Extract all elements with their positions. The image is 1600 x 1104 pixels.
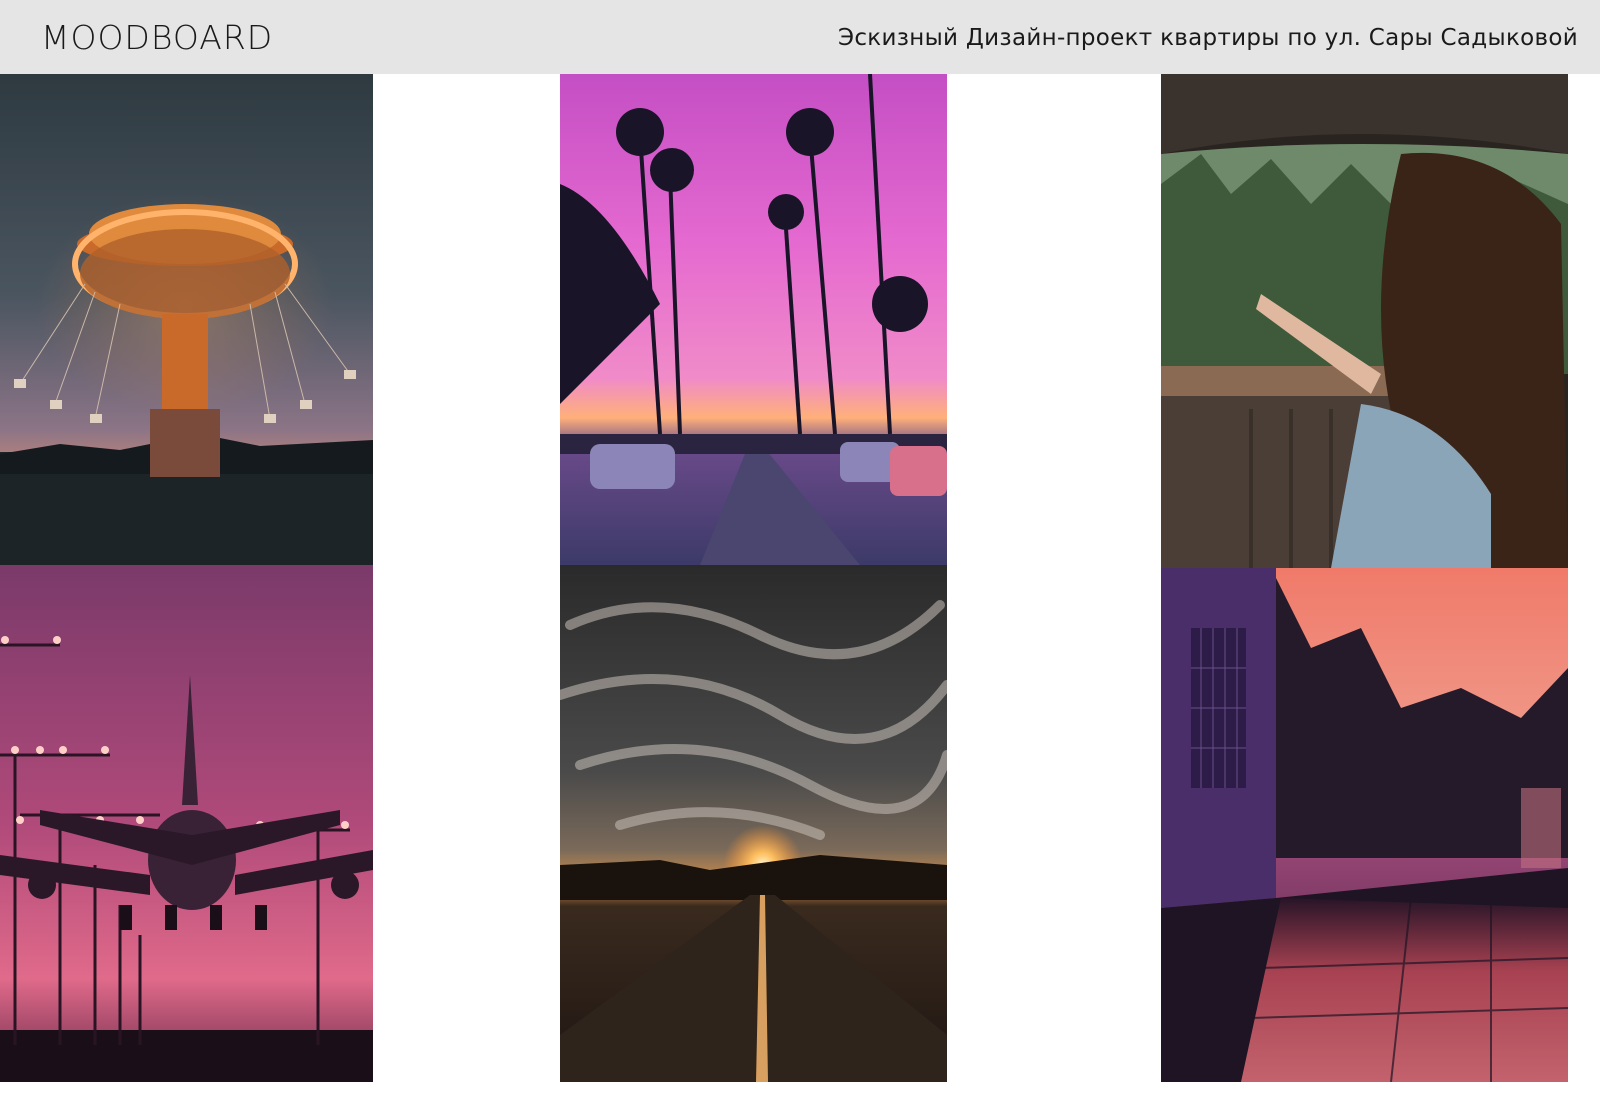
wet-pavement-purple-sunset-photo	[1161, 568, 1568, 1082]
page-header: MOODBOARD Эскизный Дизайн-проект квартир…	[0, 0, 1600, 74]
project-subtitle: Эскизный Дизайн-проект квартиры по ул. С…	[837, 25, 1578, 51]
palm-tree-street-pink-sky-photo	[560, 74, 947, 565]
moodboard-title: MOODBOARD	[41, 18, 274, 57]
airplane-landing-pink-sky-photo	[0, 565, 373, 1082]
sunset-road-dramatic-clouds-photo	[560, 565, 947, 1082]
carousel-ride-at-dusk-photo	[0, 74, 373, 565]
woman-car-window-photo	[1161, 74, 1568, 568]
